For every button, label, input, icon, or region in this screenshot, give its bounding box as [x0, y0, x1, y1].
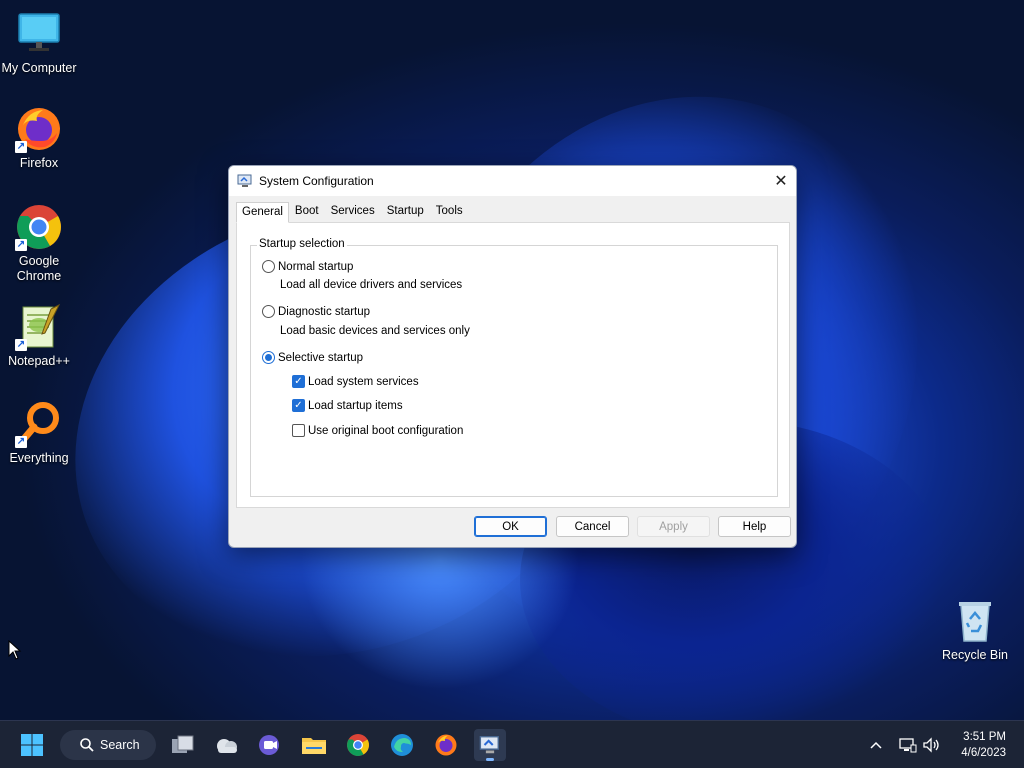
clock-date: 4/6/2023	[961, 747, 1006, 759]
show-hidden-icons-button[interactable]	[866, 735, 886, 755]
taskbar-search[interactable]: Search	[60, 730, 156, 760]
task-view-icon	[172, 735, 194, 753]
folder-icon	[302, 738, 326, 754]
network-button[interactable]	[898, 735, 918, 755]
notepadpp-icon: ↗	[15, 303, 63, 351]
taskbar-edge-button[interactable]	[386, 729, 418, 761]
chevron-up-icon	[870, 741, 882, 749]
firefox-icon	[435, 734, 457, 756]
checkmark-icon[interactable]: ✓	[292, 375, 305, 388]
general-tab-panel: Startup selection Normal startup Load al…	[236, 222, 790, 508]
radio-button-selected[interactable]	[262, 351, 275, 364]
group-label: Startup selection	[257, 238, 347, 250]
checkbox-label: Load system services	[308, 375, 419, 388]
windows-logo-icon	[21, 734, 43, 756]
option-label: Diagnostic startup	[278, 305, 371, 318]
tab-strip: General Boot Services Startup Tools	[229, 196, 796, 223]
msconfig-icon	[237, 174, 252, 187]
normal-startup-option[interactable]: Normal startup	[262, 260, 353, 273]
edge-icon	[391, 734, 413, 756]
dialog-button-row: OK Cancel Apply Help	[229, 506, 796, 547]
desktop-icon-everything[interactable]: ↗ Everything	[1, 400, 77, 466]
file-explorer-button[interactable]	[298, 729, 330, 761]
radio-button[interactable]	[262, 305, 275, 318]
option-label: Normal startup	[278, 260, 354, 273]
cancel-button[interactable]: Cancel	[556, 516, 629, 537]
firefox-icon: ↗	[15, 105, 63, 153]
tab-services[interactable]: Services	[325, 201, 381, 222]
teams-chat-button[interactable]	[254, 729, 286, 761]
startup-selection-group: Startup selection Normal startup Load al…	[250, 238, 778, 497]
tab-startup[interactable]: Startup	[381, 201, 430, 222]
task-view-button[interactable]	[167, 729, 199, 761]
desktop-icon-label: Google Chrome	[16, 254, 62, 283]
desktop-icon-firefox[interactable]: ↗ Firefox	[1, 105, 77, 171]
taskbar-msconfig-button[interactable]	[474, 729, 506, 761]
taskbar: Search 3:51 PM 4/6/2023	[0, 720, 1024, 768]
volume-button[interactable]	[922, 735, 942, 755]
shortcut-arrow-icon: ↗	[15, 141, 27, 153]
speaker-icon	[923, 737, 939, 753]
use-original-boot-config-checkbox[interactable]: Use original boot configuration	[292, 424, 463, 437]
selective-startup-option[interactable]: Selective startup	[262, 351, 363, 364]
taskbar-clock[interactable]: 3:51 PM 4/6/2023	[961, 729, 1006, 761]
desktop-icon-chrome[interactable]: ↗ Google Chrome	[1, 203, 77, 284]
checkbox-box[interactable]	[292, 424, 305, 437]
help-button[interactable]: Help	[718, 516, 791, 537]
option-label: Selective startup	[278, 351, 364, 364]
chrome-icon	[347, 734, 369, 756]
desktop-icon-label: Notepad++	[8, 354, 70, 368]
tab-tools[interactable]: Tools	[430, 201, 469, 222]
desktop-icon-label: Everything	[9, 451, 69, 465]
load-startup-items-checkbox[interactable]: ✓ Load startup items	[292, 399, 403, 412]
magnifier-icon: ↗	[15, 400, 63, 448]
desktop-icon-notepadpp[interactable]: ↗ Notepad++	[1, 303, 77, 369]
search-icon	[80, 738, 94, 752]
desktop-icon-label: My Computer	[1, 61, 77, 75]
close-icon: ✕	[774, 173, 788, 190]
system-tray	[866, 721, 942, 768]
desktop-icon-label: Firefox	[19, 156, 59, 170]
clock-time: 3:51 PM	[963, 731, 1006, 743]
msconfig-icon	[479, 736, 499, 754]
dialog-title: System Configuration	[259, 174, 374, 188]
checkmark-icon[interactable]: ✓	[292, 399, 305, 412]
load-system-services-checkbox[interactable]: ✓ Load system services	[292, 375, 419, 388]
search-label: Search	[100, 738, 140, 752]
taskbar-firefox-button[interactable]	[430, 729, 462, 761]
dialog-titlebar[interactable]: System Configuration ✕	[229, 166, 796, 196]
option-description: Load basic devices and services only	[280, 325, 470, 337]
radio-button[interactable]	[262, 260, 275, 273]
tab-general[interactable]: General	[236, 202, 289, 223]
ok-button[interactable]: OK	[474, 516, 547, 537]
start-button[interactable]	[16, 729, 48, 761]
desktop-icon-label: Recycle Bin	[942, 648, 1008, 662]
mouse-cursor-icon	[8, 640, 22, 660]
monitor-icon	[15, 10, 63, 58]
desktop-icon-my-computer[interactable]: My Computer	[1, 10, 77, 76]
shortcut-arrow-icon: ↗	[15, 436, 27, 448]
taskbar-chrome-button[interactable]	[342, 729, 374, 761]
weather-cloud-icon	[217, 739, 237, 753]
shortcut-arrow-icon: ↗	[15, 339, 27, 351]
apply-button[interactable]: Apply	[637, 516, 710, 537]
shortcut-arrow-icon: ↗	[15, 239, 27, 251]
checkbox-label: Load startup items	[308, 399, 403, 412]
checkbox-label: Use original boot configuration	[308, 424, 464, 437]
diagnostic-startup-option[interactable]: Diagnostic startup	[262, 305, 370, 318]
desktop-icon-recycle-bin[interactable]: Recycle Bin	[937, 597, 1013, 663]
chat-camera-icon	[259, 735, 279, 755]
chrome-icon: ↗	[15, 203, 63, 251]
system-configuration-dialog: System Configuration ✕ General Boot Serv…	[228, 165, 797, 548]
option-description: Load all device drivers and services	[280, 279, 463, 291]
network-icon	[899, 738, 917, 753]
tab-boot[interactable]: Boot	[289, 201, 325, 222]
widgets-button[interactable]	[211, 729, 243, 761]
close-button[interactable]: ✕	[766, 166, 796, 196]
recycle-bin-icon	[951, 597, 999, 645]
